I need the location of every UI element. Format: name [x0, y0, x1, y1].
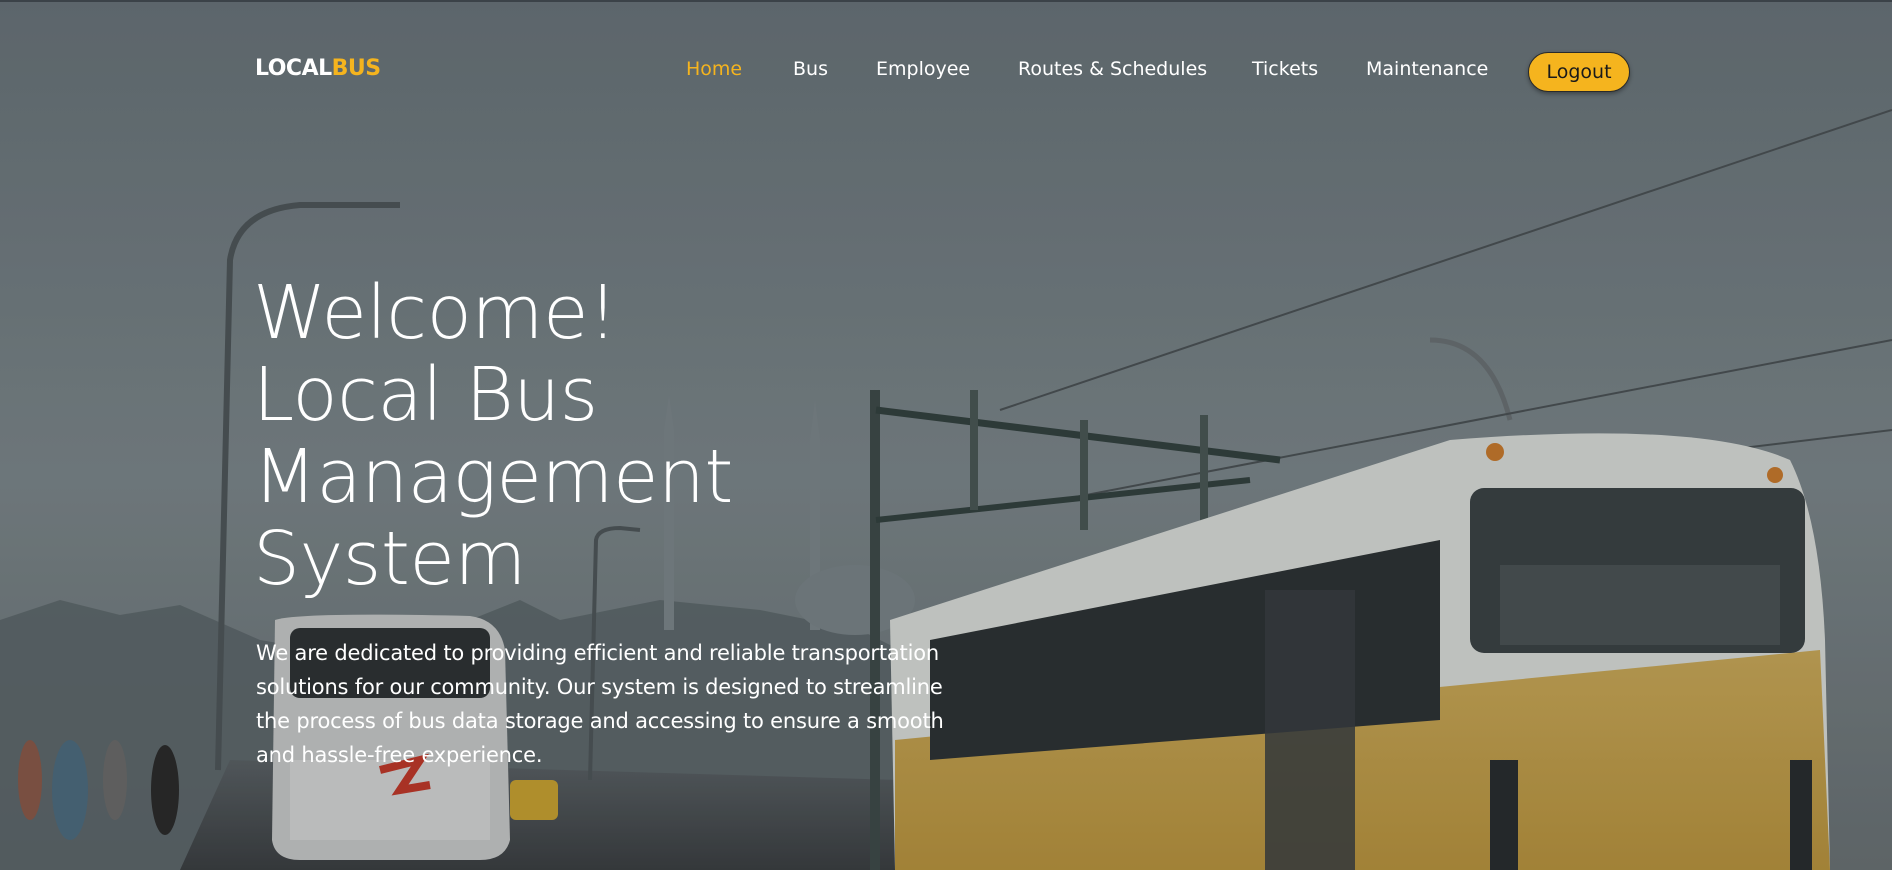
logout-button[interactable]: Logout: [1528, 52, 1630, 92]
nav-link-employee[interactable]: Employee: [876, 58, 970, 80]
hero-description: We are dedicated to providing efficient …: [256, 641, 944, 767]
logo-primary-text: LOCAL: [255, 56, 332, 81]
hero-title-line: Management: [253, 434, 733, 520]
nav-link-routes-schedules[interactable]: Routes & Schedules: [1018, 58, 1207, 80]
navbar: LOCALBUS Home Bus Employee Routes & Sche…: [0, 0, 1892, 140]
hero-title-line: Local Bus: [253, 352, 598, 438]
nav-link-maintenance[interactable]: Maintenance: [1366, 58, 1488, 80]
brand-logo[interactable]: LOCALBUS: [255, 56, 381, 81]
hero-title: Welcome! Local Bus Management System: [253, 272, 953, 600]
nav-link-tickets[interactable]: Tickets: [1252, 58, 1318, 80]
nav-link-home[interactable]: Home: [686, 58, 742, 80]
hero-title-line: System: [253, 516, 526, 602]
hero-title-line: Welcome!: [253, 270, 618, 356]
logo-accent-text: BUS: [331, 56, 381, 81]
nav-link-bus[interactable]: Bus: [793, 58, 828, 80]
